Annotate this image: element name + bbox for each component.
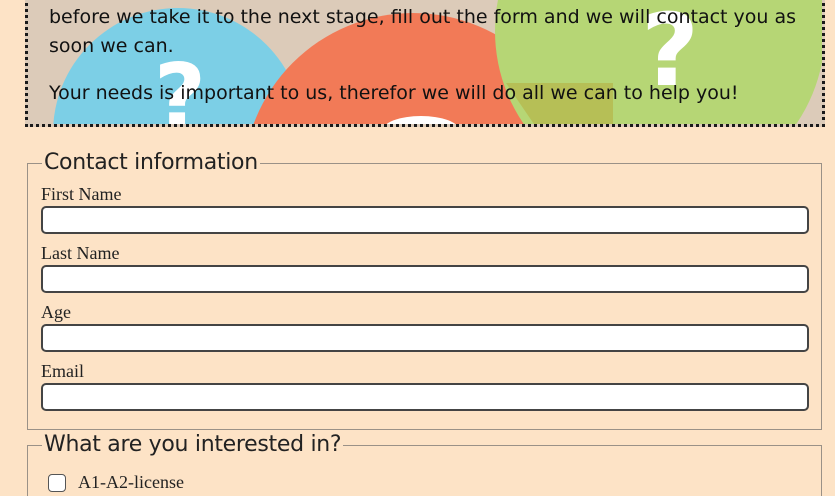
age-label: Age (41, 302, 71, 322)
intro-line-1: before we take it to the next stage, fil… (49, 6, 797, 57)
contact-information-legend: Contact information (42, 148, 260, 178)
intro-line-2: Your needs is important to us, therefor … (49, 82, 739, 104)
interest-option-a1-a2-license[interactable]: A1-A2-license (48, 472, 184, 493)
email-label: Email (41, 361, 84, 381)
a1-a2-license-checkbox[interactable] (48, 473, 66, 492)
intro-text: before we take it to the next stage, fil… (49, 3, 809, 108)
intro-banner: ? ? before we take it to the next stage,… (25, 0, 825, 127)
first-name-input[interactable] (41, 206, 809, 234)
last-name-input[interactable] (41, 265, 809, 293)
last-name-label: Last Name (41, 243, 120, 263)
interest-legend: What are you interested in? (42, 430, 344, 460)
email-input[interactable] (41, 383, 809, 411)
first-name-label: First Name (41, 184, 122, 204)
interest-fieldset: What are you interested in? A1-A2-licens… (27, 430, 822, 496)
contact-information-fieldset: Contact information First Name Last Name… (27, 148, 822, 430)
a1-a2-license-label: A1-A2-license (78, 472, 184, 492)
age-input[interactable] (41, 324, 809, 352)
